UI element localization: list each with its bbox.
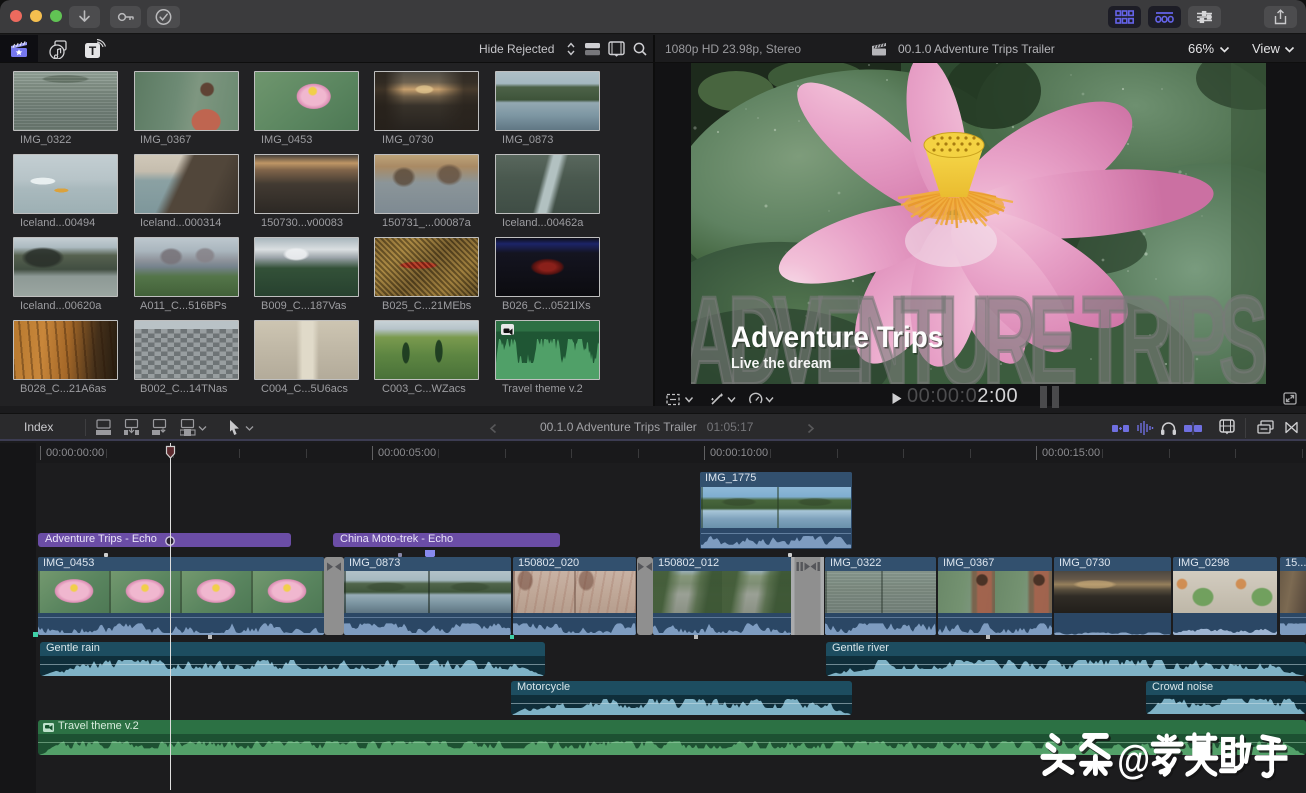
svg-text:@: @ xyxy=(1117,738,1150,782)
svg-text:Adventure Trips: Adventure Trips xyxy=(731,321,943,354)
svg-text:T: T xyxy=(89,44,97,58)
svg-text:Live the dream: Live the dream xyxy=(731,356,831,372)
